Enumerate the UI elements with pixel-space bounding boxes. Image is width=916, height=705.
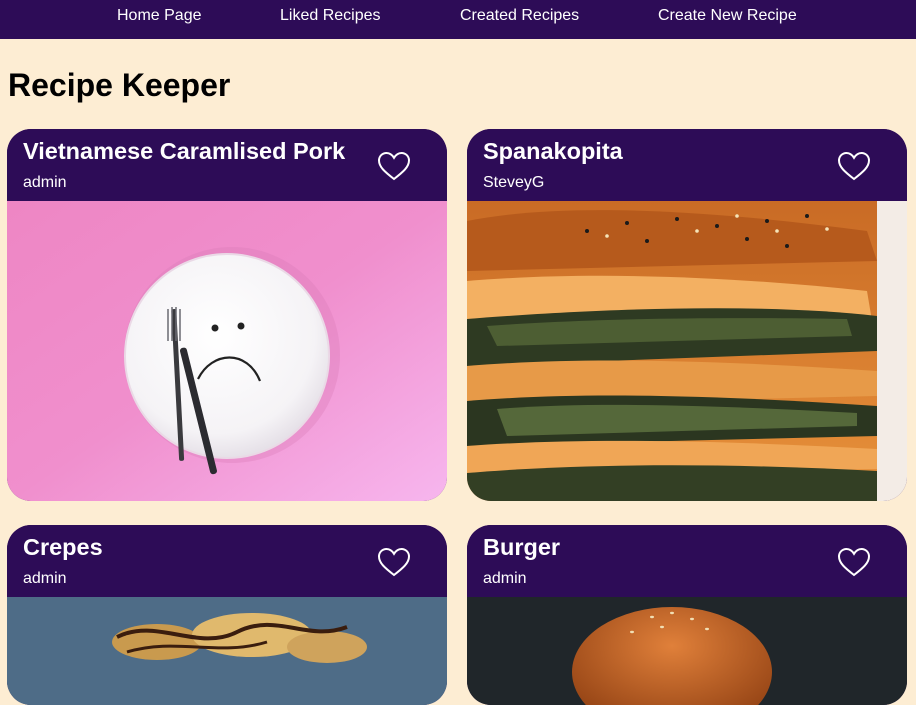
recipe-title[interactable]: Spanakopita bbox=[483, 138, 623, 165]
recipe-card[interactable]: Vietnamese Caramlised Pork admin bbox=[7, 129, 447, 501]
recipe-image[interactable] bbox=[7, 201, 447, 501]
recipe-author: admin bbox=[23, 570, 67, 587]
heart-icon[interactable] bbox=[377, 151, 411, 181]
heart-icon[interactable] bbox=[837, 151, 871, 181]
recipe-card-header: Crepes admin bbox=[7, 525, 447, 597]
heart-icon[interactable] bbox=[377, 547, 411, 577]
recipe-author: admin bbox=[483, 570, 527, 587]
top-nav: Home Page Liked Recipes Created Recipes … bbox=[0, 0, 916, 39]
recipe-title[interactable]: Vietnamese Caramlised Pork bbox=[23, 138, 345, 165]
recipe-image[interactable] bbox=[7, 597, 447, 705]
page-title: Recipe Keeper bbox=[8, 67, 231, 103]
recipe-author: admin bbox=[23, 174, 67, 191]
recipe-image[interactable] bbox=[467, 201, 907, 501]
recipe-card-header: Burger admin bbox=[467, 525, 907, 597]
heart-icon[interactable] bbox=[837, 547, 871, 577]
nav-home-page[interactable]: Home Page bbox=[117, 7, 202, 25]
recipe-card-header: Spanakopita SteveyG bbox=[467, 129, 907, 201]
nav-created-recipes[interactable]: Created Recipes bbox=[460, 7, 579, 25]
recipe-title[interactable]: Crepes bbox=[23, 534, 103, 561]
recipe-title[interactable]: Burger bbox=[483, 534, 560, 561]
recipe-card[interactable]: Burger admin bbox=[467, 525, 907, 705]
nav-liked-recipes[interactable]: Liked Recipes bbox=[280, 7, 381, 25]
recipe-card[interactable]: Crepes admin bbox=[7, 525, 447, 705]
nav-create-new-recipe[interactable]: Create New Recipe bbox=[658, 7, 797, 25]
recipe-card[interactable]: Spanakopita SteveyG bbox=[467, 129, 907, 501]
recipe-card-header: Vietnamese Caramlised Pork admin bbox=[7, 129, 447, 201]
recipe-author: SteveyG bbox=[483, 174, 545, 191]
recipe-image[interactable] bbox=[467, 597, 907, 705]
